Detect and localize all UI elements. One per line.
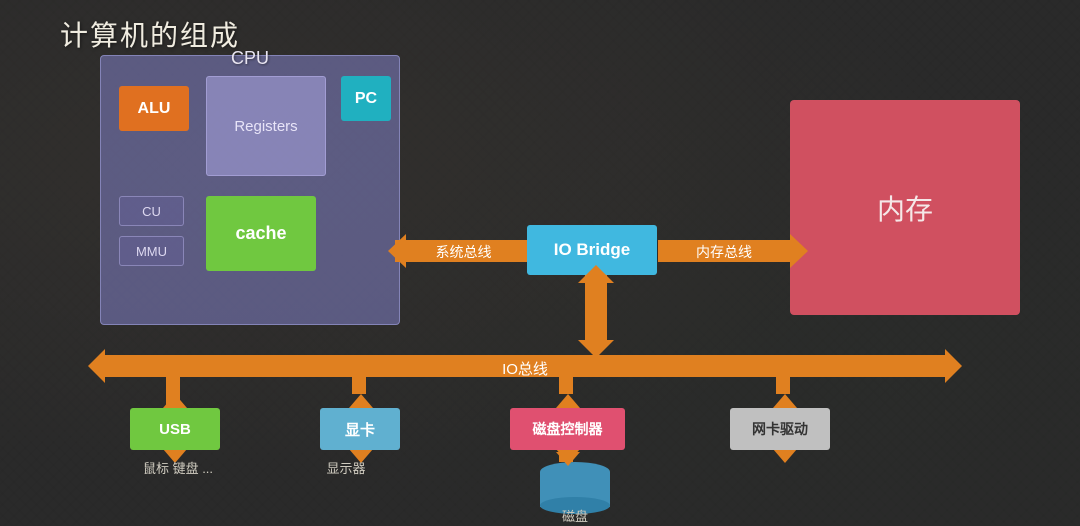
io-bridge-arrow-up — [578, 265, 614, 283]
memory-box: 内存 — [790, 100, 1020, 315]
disk-down-line — [559, 450, 573, 462]
usb-box: USB — [130, 408, 220, 450]
pc-box: PC — [341, 76, 391, 121]
mem-bus-label: 内存总线 — [658, 242, 790, 262]
sys-bus-label: 系统总线 — [400, 242, 527, 262]
mmu-box: MMU — [119, 236, 184, 266]
disk-ctrl-arrow-up — [556, 394, 580, 408]
nic-box: 网卡驱动 — [730, 408, 830, 450]
mem-bus-arrow-right — [790, 234, 808, 268]
registers-box: Registers — [206, 76, 326, 176]
io-vertical-connector — [585, 275, 607, 345]
gpu-arrow-up — [349, 394, 373, 408]
nic-arrow-up — [773, 394, 797, 408]
usb-v-line2 — [166, 378, 180, 408]
cache-box: cache — [206, 196, 316, 271]
io-bus-arrow-right — [945, 349, 962, 383]
alu-box: ALU — [119, 86, 189, 131]
disk-label: 磁盘 — [540, 506, 610, 525]
page-title: 计算机的组成 — [60, 14, 240, 54]
gpu-sublabel: 显示器 — [306, 458, 386, 477]
cu-box: CU — [119, 196, 184, 226]
nic-arrow-down — [773, 449, 797, 463]
gpu-box: 显卡 — [320, 408, 400, 450]
io-bus-label: IO总线 — [105, 358, 945, 379]
disk-ctrl-box: 磁盘控制器 — [510, 408, 625, 450]
io-bus-arrow-left — [88, 349, 105, 383]
cpu-label: CPU — [231, 48, 269, 69]
cpu-box: CPU ALU Registers PC CU MMU cache — [100, 55, 400, 325]
usb-sublabel: 鼠标 键盘 ... — [118, 458, 238, 477]
